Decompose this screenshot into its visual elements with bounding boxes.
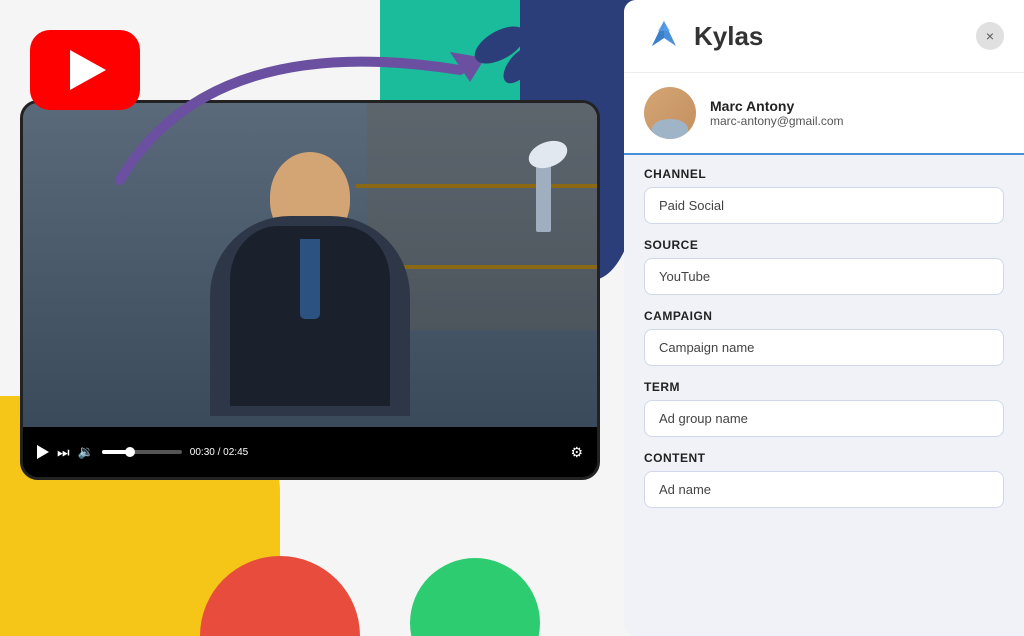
form-section: CHANNEL SOURCE CAMPAIGN TERM CONTENT <box>624 155 1024 534</box>
video-time: 00:30 / 02:45 <box>190 447 563 458</box>
video-player: ⏭ 🔉 00:30 / 02:45 ⚙ <box>20 100 600 480</box>
play-button[interactable] <box>37 445 49 459</box>
volume-icon[interactable]: 🔉 <box>78 444 94 460</box>
source-input[interactable] <box>644 258 1004 295</box>
avatar-body <box>652 119 688 139</box>
user-info: Marc Antony marc-antony@gmail.com <box>624 72 1024 155</box>
source-label: SOURCE <box>644 238 1004 252</box>
user-details: Marc Antony marc-antony@gmail.com <box>710 98 1004 128</box>
content-label: CONTENT <box>644 451 1004 465</box>
user-name: Marc Antony <box>710 98 1004 114</box>
kylas-logo-icon <box>644 16 684 56</box>
kylas-brand: Kylas <box>644 16 763 56</box>
campaign-input[interactable] <box>644 329 1004 366</box>
shelf-line-1 <box>356 184 597 188</box>
left-visual-section: ⏭ 🔉 00:30 / 02:45 ⚙ <box>0 0 640 636</box>
youtube-logo <box>30 30 150 120</box>
term-field-group: TERM <box>644 380 1004 437</box>
video-controls: ⏭ 🔉 00:30 / 02:45 ⚙ <box>23 427 597 477</box>
content-field-group: CONTENT <box>644 451 1004 508</box>
kylas-header: Kylas × <box>624 0 1024 72</box>
settings-icon[interactable]: ⚙ <box>570 444 583 461</box>
youtube-icon-bg <box>30 30 140 110</box>
term-label: TERM <box>644 380 1004 394</box>
channel-label: CHANNEL <box>644 167 1004 181</box>
right-panel: Kylas × Marc Antony marc-antony@gmail.co… <box>624 0 1024 636</box>
close-button[interactable]: × <box>976 22 1004 50</box>
user-email: marc-antony@gmail.com <box>710 114 1004 128</box>
channel-field-group: CHANNEL <box>644 167 1004 224</box>
source-field-group: SOURCE <box>644 238 1004 295</box>
kylas-name: Kylas <box>694 21 763 52</box>
campaign-label: CAMPAIGN <box>644 309 1004 323</box>
skip-icon[interactable]: ⏭ <box>57 444 70 461</box>
channel-input[interactable] <box>644 187 1004 224</box>
video-content <box>23 103 597 427</box>
youtube-play-icon <box>70 50 106 90</box>
term-input[interactable] <box>644 400 1004 437</box>
avatar <box>644 87 696 139</box>
progress-dot <box>125 447 135 457</box>
green-shape <box>410 558 540 636</box>
campaign-field-group: CAMPAIGN <box>644 309 1004 366</box>
video-background <box>23 103 597 427</box>
progress-bar[interactable] <box>102 450 182 454</box>
content-input[interactable] <box>644 471 1004 508</box>
man-tie <box>300 239 320 319</box>
